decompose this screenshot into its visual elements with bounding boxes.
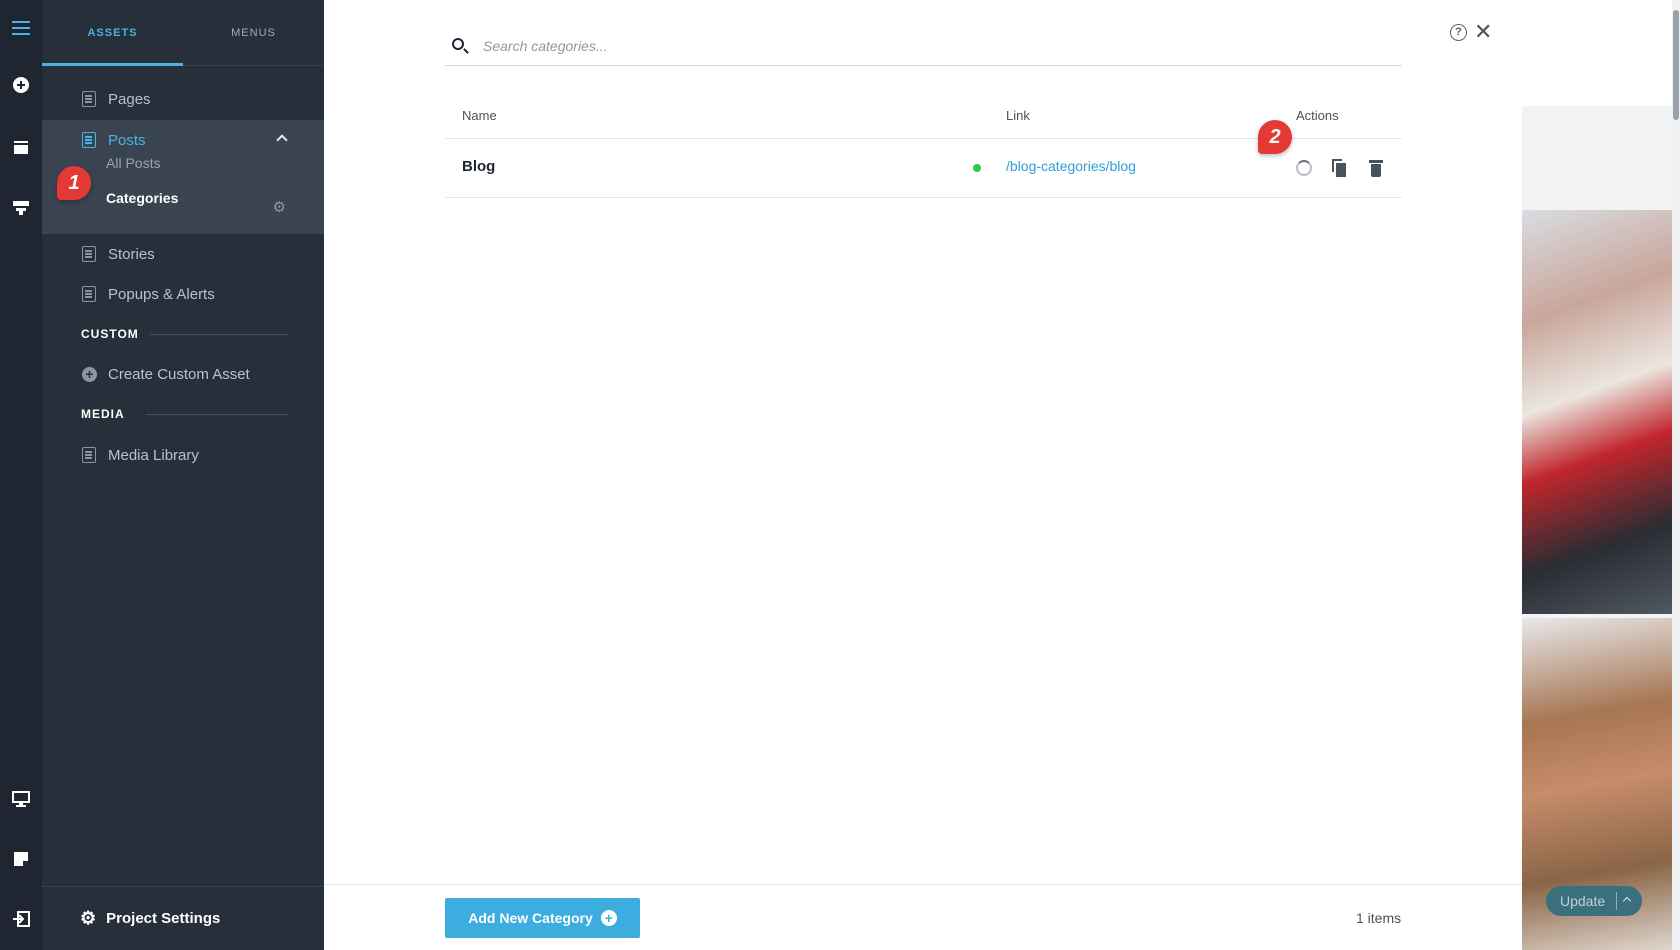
gear-icon: ⚙ bbox=[80, 908, 97, 928]
loading-spinner-icon bbox=[1296, 160, 1312, 176]
sidebar-item-label: Media Library bbox=[108, 446, 199, 464]
sidebar-item-label: Pages bbox=[108, 90, 151, 108]
column-header-name[interactable]: Name bbox=[462, 108, 497, 123]
scrollbar-thumb[interactable] bbox=[1673, 10, 1679, 120]
sidebar-item-media-library[interactable]: Media Library bbox=[42, 435, 324, 475]
status-dot bbox=[973, 164, 981, 172]
chevron-up-icon[interactable] bbox=[1622, 896, 1632, 906]
category-link[interactable]: /blog-categories/blog bbox=[1006, 158, 1136, 174]
divider bbox=[1616, 892, 1617, 910]
page-icon bbox=[82, 132, 96, 148]
sidebar-item-popups[interactable]: Popups & Alerts bbox=[42, 274, 324, 314]
sidebar-item-pages[interactable]: Pages bbox=[42, 79, 324, 119]
hamburger-menu-icon[interactable] bbox=[0, 8, 42, 48]
close-icon[interactable]: ✕ bbox=[1474, 21, 1492, 43]
sidebar-item-posts[interactable]: Posts bbox=[42, 120, 324, 160]
sidebar-item-label: Posts bbox=[108, 131, 146, 149]
sidebar-item-all-posts[interactable]: All Posts bbox=[106, 155, 160, 171]
duplicate-icon[interactable] bbox=[1332, 159, 1346, 177]
section-label-custom: CUSTOM bbox=[81, 327, 139, 341]
add-new-category-button[interactable]: Add New Category + bbox=[445, 898, 640, 938]
scrollbar[interactable] bbox=[1672, 0, 1680, 950]
chevron-up-icon[interactable] bbox=[276, 134, 288, 146]
annotation-badge-2: 2 bbox=[1258, 120, 1292, 154]
search-icon bbox=[452, 38, 464, 50]
project-settings-button[interactable]: ⚙ Project Settings bbox=[42, 886, 324, 950]
help-icon[interactable]: ? bbox=[1450, 24, 1467, 41]
page-icon bbox=[82, 286, 96, 302]
panel-tabs: ASSETS MENUS bbox=[42, 0, 324, 66]
add-new-category-label: Add New Category bbox=[468, 910, 593, 926]
category-name[interactable]: Blog bbox=[462, 158, 495, 175]
page-icon bbox=[82, 246, 96, 262]
gear-icon[interactable]: ⚙ bbox=[273, 198, 286, 216]
components-icon[interactable] bbox=[0, 187, 42, 227]
search-bar bbox=[445, 26, 1402, 66]
note-icon[interactable] bbox=[0, 839, 42, 879]
column-header-link[interactable]: Link bbox=[1006, 108, 1030, 123]
add-circle-icon[interactable] bbox=[0, 65, 42, 105]
categories-manager: ? ✕ Name Link Actions Blog /blog-categor… bbox=[324, 0, 1522, 950]
preview-photo bbox=[1522, 210, 1672, 614]
divider bbox=[146, 414, 288, 415]
layers-icon[interactable] bbox=[0, 127, 42, 167]
tab-menus[interactable]: MENUS bbox=[183, 0, 324, 65]
tab-assets[interactable]: ASSETS bbox=[42, 0, 183, 66]
desktop-icon[interactable] bbox=[0, 779, 42, 819]
assets-panel: ASSETS MENUS Pages Posts All Posts Categ… bbox=[42, 0, 324, 950]
sidebar-item-label: Create Custom Asset bbox=[108, 365, 250, 383]
section-label-media: MEDIA bbox=[81, 407, 125, 421]
divider bbox=[445, 197, 1402, 198]
update-label: Update bbox=[1560, 893, 1606, 909]
divider bbox=[150, 334, 288, 335]
items-count: 1 items bbox=[1356, 910, 1402, 926]
sidebar-item-create-custom-asset[interactable]: + Create Custom Asset bbox=[42, 354, 324, 394]
footer: Add New Category + 1 items bbox=[324, 884, 1522, 950]
search-input[interactable] bbox=[483, 34, 1283, 58]
update-button[interactable]: Update bbox=[1546, 886, 1642, 916]
icon-rail bbox=[0, 0, 42, 950]
exit-icon[interactable] bbox=[0, 899, 42, 939]
page-icon bbox=[82, 91, 96, 107]
trash-icon[interactable] bbox=[1369, 160, 1383, 177]
page-preview: Update bbox=[1522, 0, 1680, 950]
column-header-actions: Actions bbox=[1296, 108, 1339, 123]
add-circle-icon: + bbox=[600, 910, 617, 926]
image-icon bbox=[82, 447, 96, 463]
sidebar-item-categories[interactable]: Categories bbox=[106, 190, 178, 206]
add-circle-icon: + bbox=[82, 366, 97, 382]
sidebar-item-stories[interactable]: Stories bbox=[42, 234, 324, 274]
annotation-badge-1: 1 bbox=[57, 166, 91, 200]
project-settings-label: Project Settings bbox=[106, 910, 221, 927]
sidebar-item-label: Stories bbox=[108, 245, 155, 263]
sidebar-item-label: Popups & Alerts bbox=[108, 285, 215, 303]
preview-header bbox=[1522, 0, 1680, 106]
